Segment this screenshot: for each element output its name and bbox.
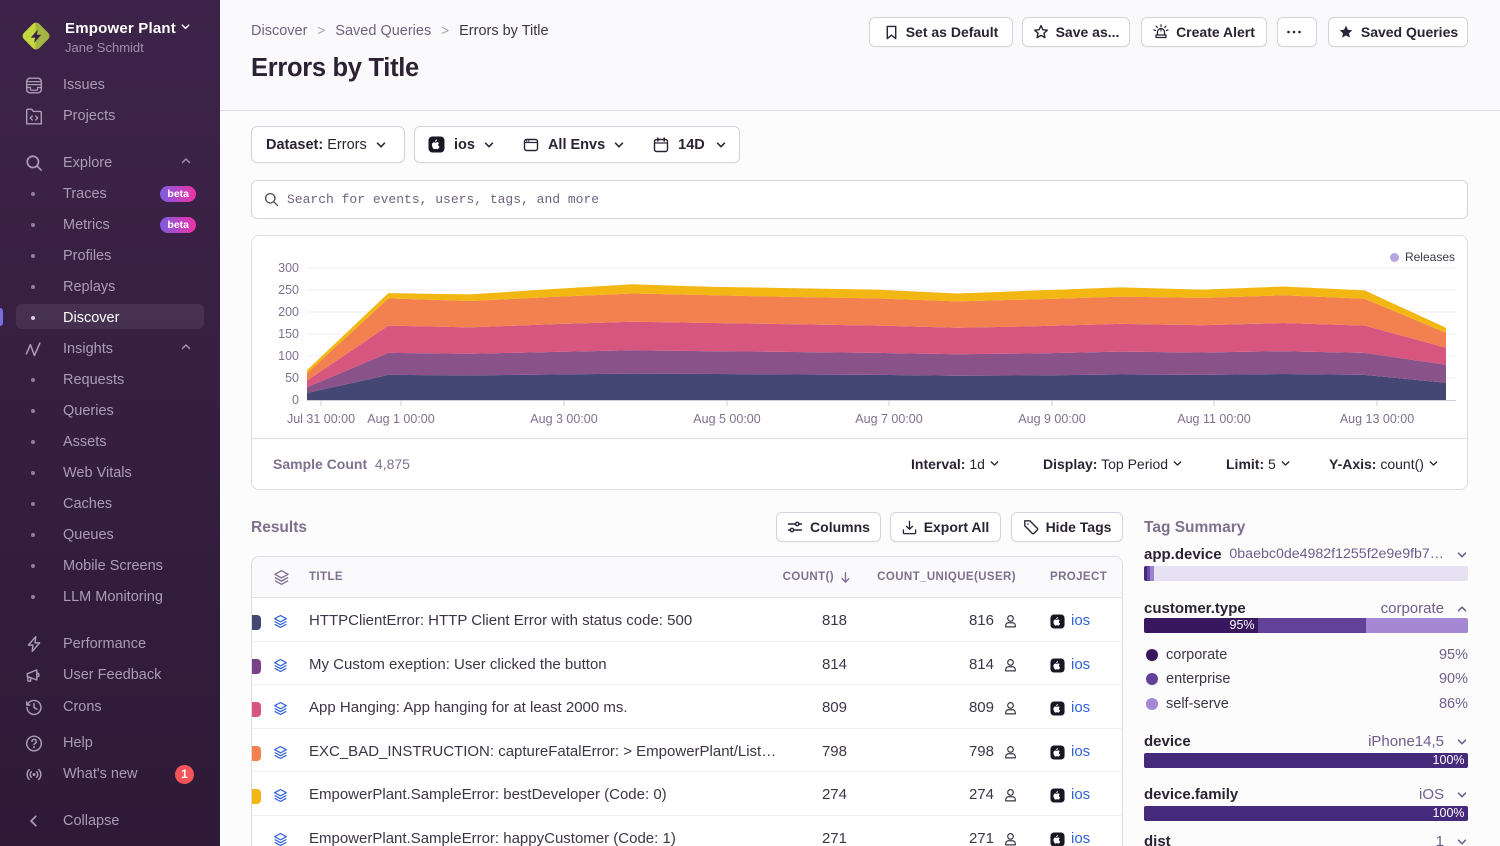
svg-text:100: 100	[278, 349, 299, 363]
svg-text:200: 200	[278, 305, 299, 319]
svg-text:Aug 3 00:00: Aug 3 00:00	[530, 412, 597, 426]
svg-text:0: 0	[292, 393, 299, 407]
svg-text:300: 300	[278, 261, 299, 275]
svg-text:Aug 7 00:00: Aug 7 00:00	[855, 412, 922, 426]
svg-text:Jul 31 00:00: Jul 31 00:00	[287, 412, 355, 426]
svg-text:Aug 11 00:00: Aug 11 00:00	[1177, 412, 1250, 426]
svg-text:Aug 1 00:00: Aug 1 00:00	[367, 412, 434, 426]
svg-text:150: 150	[278, 327, 299, 341]
svg-text:50: 50	[285, 371, 299, 385]
svg-text:Aug 9 00:00: Aug 9 00:00	[1018, 412, 1085, 426]
svg-text:Aug 13 00:00: Aug 13 00:00	[1340, 412, 1414, 426]
svg-text:250: 250	[278, 283, 299, 297]
svg-text:Aug 5 00:00: Aug 5 00:00	[693, 412, 760, 426]
